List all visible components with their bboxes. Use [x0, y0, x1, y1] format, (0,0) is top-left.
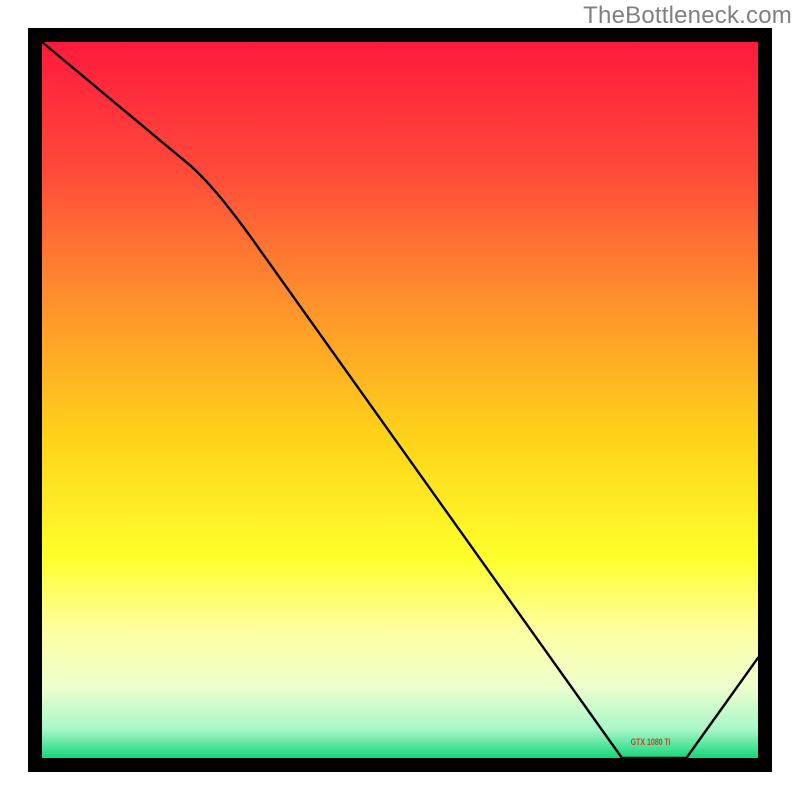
watermark-text: TheBottleneck.com: [583, 2, 792, 30]
chart-frame: GTX 1080 Ti: [28, 28, 772, 772]
annotation-layer: GTX 1080 Ti: [42, 42, 758, 758]
chart-container: TheBottleneck.com GTX 1080 Ti: [0, 0, 800, 800]
annotation-label: GTX 1080 Ti: [631, 737, 671, 747]
plot-area: GTX 1080 Ti: [42, 42, 758, 758]
